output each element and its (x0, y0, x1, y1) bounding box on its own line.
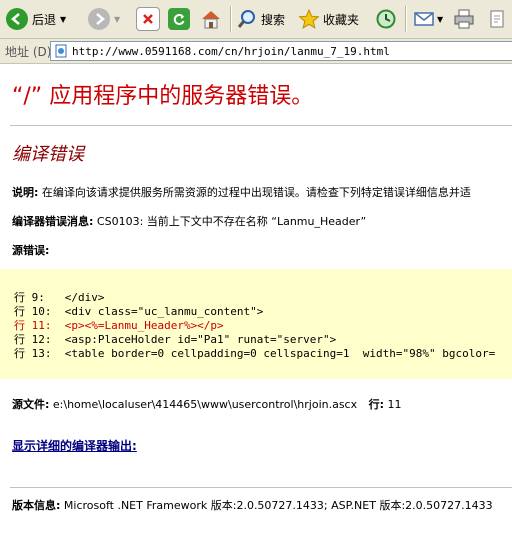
error-subtitle: 编译错误 (12, 144, 84, 165)
back-label: 后退 (32, 12, 57, 27)
favorites-button[interactable]: 收藏夹 (298, 5, 359, 33)
description-text: 在编译向该请求提供服务所需资源的过程中出现错误。请检查下列特定错误详细信息并适 (41, 186, 471, 199)
version-line: 版本信息: Microsoft .NET Framework 版本:2.0.50… (12, 497, 493, 513)
description-line: 说明: 在编译向该请求提供服务所需资源的过程中出现错误。请检查下列特定错误详细信… (12, 184, 471, 200)
error-title: “/” 应用程序中的服务器错误。 (12, 84, 314, 109)
edit-button[interactable] (488, 5, 506, 33)
source-file-path: e:\home\localuser\414465\www\usercontrol… (52, 398, 358, 411)
forward-arrow-icon (88, 8, 110, 30)
toolbar-separator (230, 6, 232, 32)
search-label: 搜索 (261, 12, 286, 27)
home-button[interactable] (200, 5, 222, 33)
source-file-label: 源文件: (12, 398, 50, 411)
show-compiler-output-link[interactable]: 显示详细的编译器输出: (12, 437, 137, 454)
source-error-label: 源错误: (12, 244, 50, 257)
history-button[interactable] (375, 5, 397, 33)
divider (10, 487, 512, 488)
version-label: 版本信息: (12, 499, 61, 512)
divider (10, 125, 512, 126)
favorites-star-icon (298, 8, 320, 30)
stop-button[interactable] (136, 5, 160, 33)
line-number: 11 (387, 398, 402, 411)
stop-icon (136, 7, 160, 31)
source-code-box: 行 9: </div> 行 10: <div class="uc_lanmu_c… (0, 269, 512, 379)
back-arrow-icon (6, 8, 28, 30)
line-label: 行: (368, 398, 385, 411)
page-content: “/” 应用程序中的服务器错误。 编译错误 说明: 在编译向该请求提供服务所需资… (0, 64, 512, 540)
mail-button[interactable]: ▼ (413, 5, 443, 33)
mail-icon (413, 8, 435, 30)
source-error-line: 源错误: (12, 242, 49, 258)
address-bar: 地址 (D) http://www.0591168.com/cn/hrjoin/… (0, 39, 512, 64)
search-icon (236, 8, 258, 30)
compiler-message-line: 编译器错误消息: CS0103: 当前上下文中不存在名称 “Lanmu_Head… (12, 213, 366, 229)
edit-page-icon (488, 8, 506, 30)
page-icon (54, 44, 68, 58)
print-button[interactable] (453, 5, 475, 33)
address-url: http://www.0591168.com/cn/hrjoin/lanmu_7… (72, 44, 390, 58)
description-label: 说明: (12, 186, 39, 199)
history-icon (375, 8, 397, 30)
compiler-message-label: 编译器错误消息: (12, 215, 94, 228)
compiler-message-text: CS0103: 当前上下文中不存在名称 “Lanmu_Header” (96, 215, 367, 228)
printer-icon (453, 8, 475, 30)
back-dropdown-icon[interactable]: ▼ (60, 15, 66, 24)
version-text: Microsoft .NET Framework 版本:2.0.50727.14… (63, 499, 493, 512)
search-button[interactable]: 搜索 (236, 5, 285, 33)
address-field[interactable]: http://www.0591168.com/cn/hrjoin/lanmu_7… (50, 41, 512, 61)
forward-dropdown-icon[interactable]: ▼ (114, 15, 120, 24)
browser-toolbar: 后退 ▼ ▼ 搜索 收藏夹 ▼ (0, 0, 512, 39)
code-line: 行 13: <table border=0 cellpadding=0 cell… (14, 347, 496, 360)
source-file-line: 源文件: e:\home\localuser\414465\www\userco… (12, 396, 402, 412)
refresh-icon (168, 8, 190, 30)
mail-dropdown-icon[interactable]: ▼ (437, 15, 443, 24)
refresh-button[interactable] (168, 5, 190, 33)
home-icon (200, 8, 222, 30)
address-label: 地址 (D) (5, 45, 52, 59)
forward-button[interactable]: ▼ (88, 5, 120, 33)
toolbar-separator (405, 6, 407, 32)
favorites-label: 收藏夹 (323, 12, 360, 27)
back-button[interactable]: 后退 ▼ (6, 5, 66, 33)
